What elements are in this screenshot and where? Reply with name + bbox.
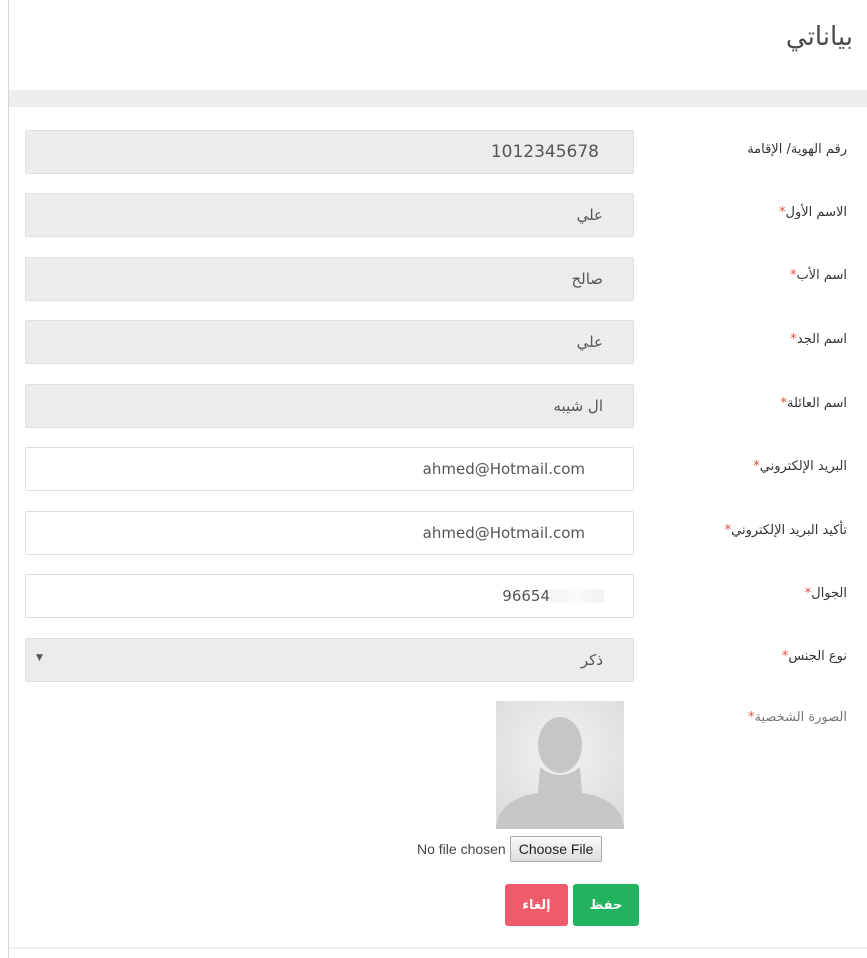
gender-select[interactable]: ذكر ▼ xyxy=(25,638,634,682)
grandfather-name-field[interactable]: علي xyxy=(25,320,634,364)
mobile-field[interactable]: 96654 xyxy=(25,574,634,618)
page-title: بياناتي xyxy=(785,22,853,52)
avatar-silhouette xyxy=(496,701,624,829)
confirm-email-label: تأكيد البريد الإلكتروني* xyxy=(724,523,847,538)
id-number-field[interactable]: 1012345678 xyxy=(25,130,634,174)
redacted-digits xyxy=(550,589,604,603)
family-name-label: اسم العائلة* xyxy=(780,396,848,411)
choose-file-button[interactable]: Choose File xyxy=(509,836,603,862)
file-input[interactable]: No file chosen Choose File xyxy=(417,836,603,862)
footer-divider xyxy=(9,947,867,949)
save-button[interactable]: حفظ xyxy=(573,884,639,926)
avatar-placeholder-icon xyxy=(496,701,624,829)
cancel-button[interactable]: إلغاء xyxy=(505,884,568,926)
profile-photo-label: الصورة الشخصية* xyxy=(747,710,847,725)
page-header: بياناتي xyxy=(9,0,867,90)
family-name-field[interactable]: ال شيبه xyxy=(25,384,634,428)
father-name-label: اسم الأب* xyxy=(789,268,847,283)
father-name-field[interactable]: صالح xyxy=(25,257,634,301)
email-label: البريد الإلكتروني* xyxy=(753,459,847,474)
file-status-text: No file chosen xyxy=(417,841,506,857)
grandfather-name-label: اسم الجد* xyxy=(790,332,847,347)
first-name-field[interactable]: علي xyxy=(25,193,634,237)
first-name-label: الاسم الأول* xyxy=(779,205,847,220)
page-border xyxy=(8,0,9,958)
mobile-label: الجوال* xyxy=(804,586,847,601)
caret-down-icon: ▼ xyxy=(36,653,43,663)
header-divider-band xyxy=(9,90,867,107)
id-number-label: رقم الهوية/ الإقامة xyxy=(747,142,847,157)
gender-label: نوع الجنس* xyxy=(781,649,847,664)
email-field[interactable]: ahmed@Hotmail.com xyxy=(25,447,634,491)
confirm-email-field[interactable]: ahmed@Hotmail.com xyxy=(25,511,634,555)
